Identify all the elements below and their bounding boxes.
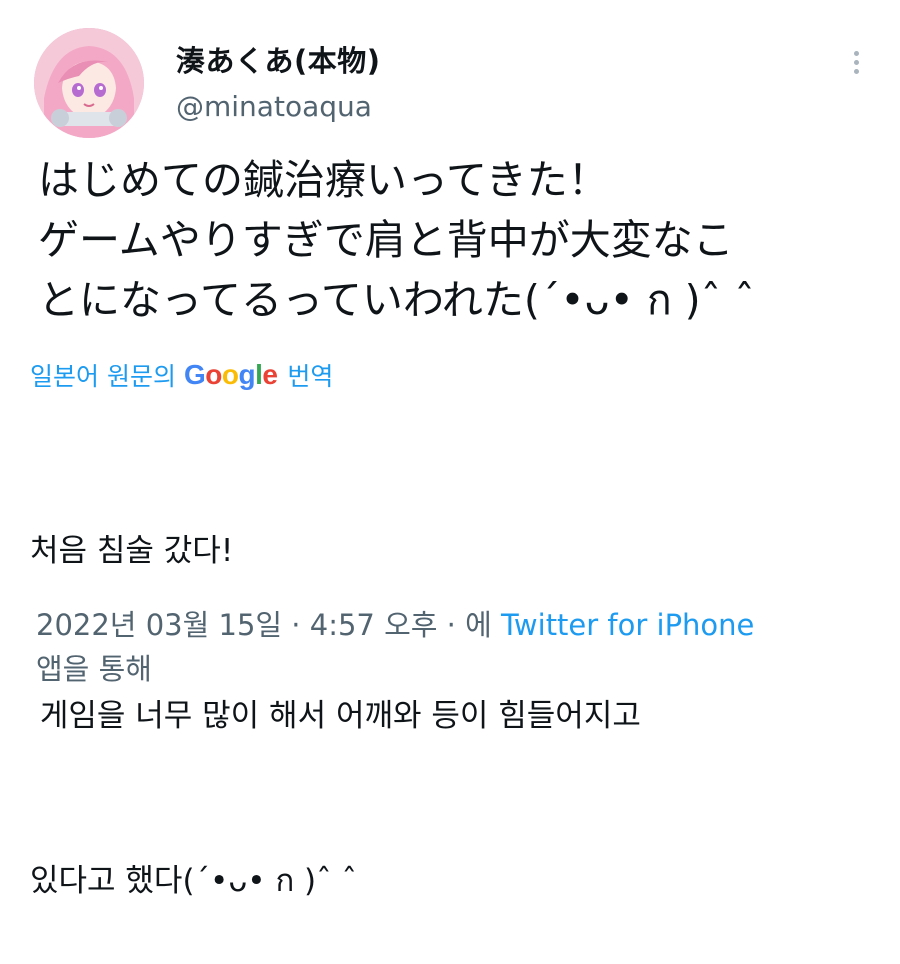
display-name[interactable]: 湊あくあ(本物) bbox=[176, 38, 381, 80]
more-options-button[interactable] bbox=[838, 44, 874, 80]
tweet-source-link[interactable]: Twitter for iPhone bbox=[501, 608, 754, 642]
avatar-illustration bbox=[34, 28, 144, 138]
google-letter: e bbox=[262, 359, 278, 390]
meta-suffix: 앱을 통해 bbox=[36, 652, 152, 686]
google-letter: o bbox=[221, 359, 239, 390]
tweet-timestamp[interactable]: 2022년 03월 15일 · 4:57 오후 · 에 bbox=[36, 608, 492, 642]
avatar[interactable] bbox=[34, 28, 144, 138]
vertical-dots-icon bbox=[853, 59, 859, 65]
translated-line: 처음 침술 갔다! bbox=[30, 533, 234, 569]
google-logo: Google bbox=[183, 359, 278, 391]
translated-line: 있다고 했다(´•ᴗ• ก )ˆ ˆ bbox=[30, 863, 358, 899]
translate-prefix: 일본어 원문의 bbox=[30, 362, 176, 391]
tweet-line: ゲームやりすぎで肩と背中が大変なこ bbox=[38, 216, 734, 264]
meta-line-1: 2022년 03월 15일 · 4:57 오후 · 에 Twitter for … bbox=[36, 603, 886, 647]
tweet-body: はじめての鍼治療いってきた！ ゲームやりすぎで肩と背中が大変なこ とになってるっ… bbox=[38, 150, 878, 330]
vertical-dots-icon bbox=[853, 68, 859, 74]
vertical-dots-icon bbox=[853, 50, 859, 56]
tweet-metadata: 2022년 03월 15일 · 4:57 오후 · 에 Twitter for … bbox=[36, 603, 886, 691]
translate-suffix: 번역 bbox=[287, 362, 334, 391]
translate-link[interactable]: 일본어 원문의 Google 번역 bbox=[30, 357, 333, 393]
translated-line: 게임을 너무 많이 해서 어깨와 등이 힘들어지고 bbox=[30, 698, 641, 734]
tweet-line: とになってるっていわれた(´•ᴗ• ก )ˆ ˆ bbox=[38, 276, 755, 324]
tweet-line: はじめての鍼治療いってきた！ bbox=[38, 156, 609, 204]
google-letter: o bbox=[205, 359, 222, 390]
tweet-header: 湊あくあ(本物) @minatoaqua bbox=[0, 0, 900, 145]
user-handle[interactable]: @minatoaqua bbox=[176, 90, 372, 123]
google-letter: g bbox=[238, 359, 256, 390]
google-letter: G bbox=[183, 359, 206, 390]
